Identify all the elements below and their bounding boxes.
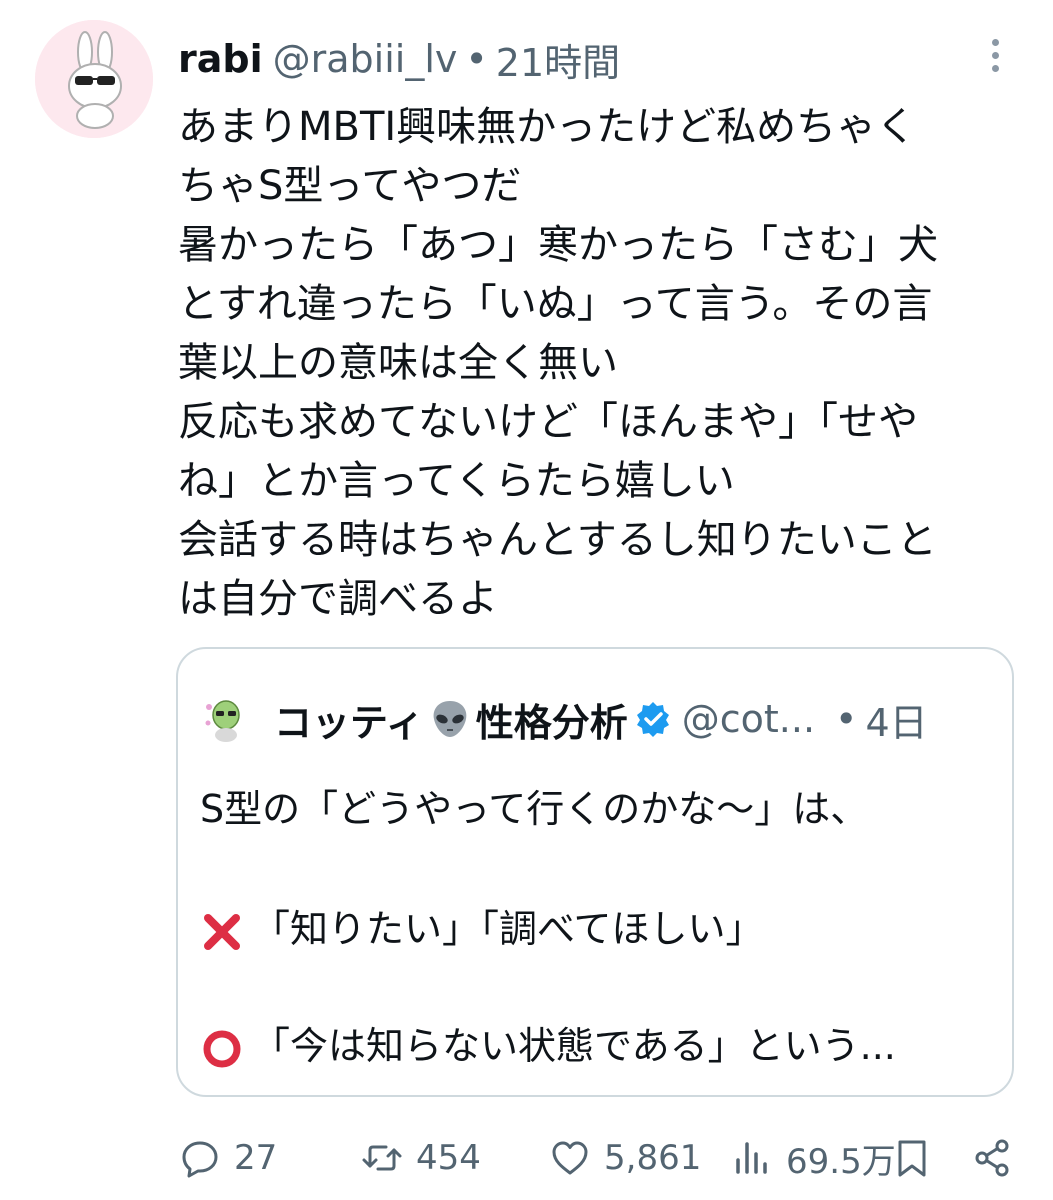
tweet-text-line: ちゃS型ってやつだ [178, 163, 522, 209]
quoted-user-handle[interactable]: @cot... [682, 697, 815, 741]
bookmark-icon [898, 1140, 926, 1177]
tweet-text-line: は自分で調べるよ [178, 576, 498, 622]
repost-count: 454 [416, 1138, 481, 1178]
cross-mark-icon [200, 910, 244, 954]
separator-dot: • [835, 697, 858, 741]
alien-emoji-icon [428, 697, 472, 741]
tweet-text-line: 暑かったら「あつ」寒かったら「さむ」犬 [178, 222, 938, 268]
heart-icon [552, 1141, 588, 1175]
tweet-header: rabi @rabiii_lv • 21時間 [178, 30, 620, 88]
repost-button[interactable]: 454 [360, 1130, 481, 1186]
quoted-display-name-suffix[interactable]: 性格分析 [476, 692, 628, 747]
bookmark-button[interactable] [890, 1130, 934, 1186]
tweet-text-line: ね」とか言ってくらたら嬉しい [178, 458, 735, 504]
quoted-tweet-header: コッティ 性格分析 @cot... • 4日 [200, 691, 928, 747]
quoted-timestamp[interactable]: 4日 [865, 692, 927, 747]
circle-mark-icon [200, 1027, 244, 1071]
user-avatar[interactable] [35, 20, 153, 138]
more-options-icon[interactable] [978, 30, 1012, 80]
user-handle[interactable]: @rabiii_lv [273, 37, 458, 81]
tweet-text: あまりMBTI興味無かったけど私めちゃく ちゃS型ってやつだ 暑かったら「あつ」… [178, 98, 1018, 629]
quoted-text-line-2: 「知りたい」「調べてほしい」 [200, 898, 763, 954]
views-chart-icon [736, 1142, 767, 1174]
quoted-text-line-3-text: 「今は知らない状態である」という... [252, 1024, 896, 1068]
reply-count: 27 [234, 1138, 278, 1178]
tweet-text-line: 会話する時はちゃんとするし知りたいこと [178, 517, 937, 563]
quoted-display-name[interactable]: コッティ [274, 692, 424, 747]
tweet-text-line: 反応も求めてないけど「ほんまや」「せや [178, 399, 918, 445]
quoted-user-avatar[interactable] [200, 693, 252, 745]
reply-icon [182, 1141, 218, 1178]
like-count: 5,861 [604, 1138, 702, 1178]
display-name[interactable]: rabi [178, 37, 263, 81]
tweet-actions: 27 454 5,861 69.5万 [0, 1130, 1053, 1186]
share-icon [975, 1139, 1009, 1177]
tweet[interactable]: rabi @rabiii_lv • 21時間 あまりMBTI興味無かったけど私め… [0, 0, 1053, 1200]
rabbit-avatar-icon [35, 20, 153, 138]
views-button[interactable]: 69.5万 [730, 1130, 896, 1186]
like-button[interactable]: 5,861 [548, 1130, 701, 1186]
timestamp[interactable]: 21時間 [496, 32, 620, 87]
repost-icon [362, 1145, 402, 1171]
quoted-text-line-2-text: 「知りたい」「調べてほしい」 [252, 907, 764, 951]
quoted-text-line-1: S型の「どうやって行くのかな〜」は、 [200, 787, 869, 831]
tweet-text-line: あまりMBTI興味無かったけど私めちゃく [178, 104, 917, 150]
separator-dot: • [465, 37, 488, 81]
tweet-text-line: とすれ違ったら「いぬ」って言う。その言 [178, 281, 933, 327]
share-button[interactable] [970, 1130, 1014, 1186]
character-avatar-icon [200, 693, 252, 745]
tweet-text-line: 葉以上の意味は全く無い [178, 340, 618, 386]
quoted-text-line-3: 「今は知らない状態である」という... [200, 1015, 896, 1071]
view-count: 69.5万 [786, 1141, 896, 1182]
reply-button[interactable]: 27 [178, 1130, 277, 1186]
verified-badge-icon[interactable] [634, 700, 672, 738]
